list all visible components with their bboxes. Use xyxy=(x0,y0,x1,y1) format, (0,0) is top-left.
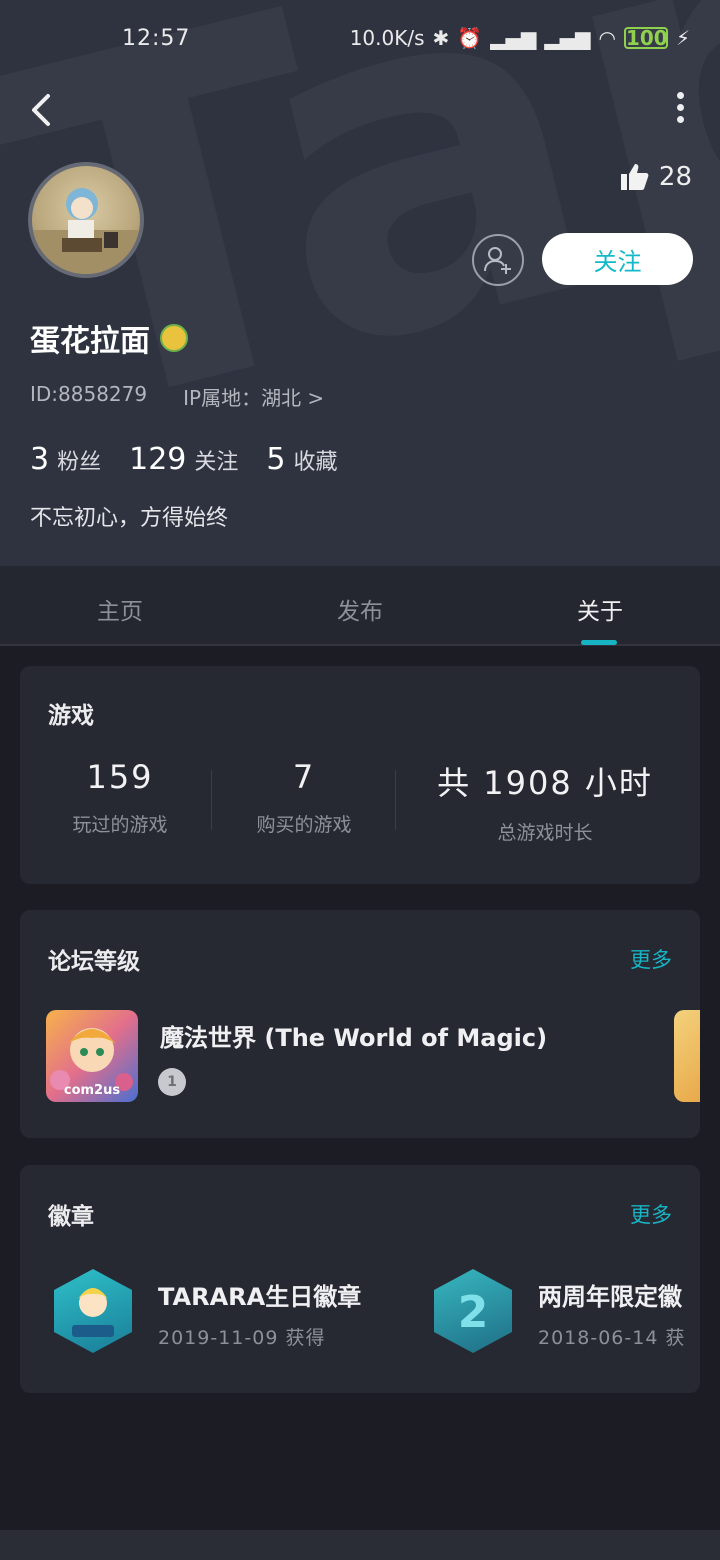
bottom-edge-bar xyxy=(0,1530,720,1560)
status-icons: 10.0K/s ✱ ⏰ ▂▄▆ ▂▄▆ ◠ 100 ⚡ xyxy=(350,26,690,50)
stat-following[interactable]: 129 关注 xyxy=(129,442,238,477)
username: 蛋花拉面 xyxy=(30,316,188,360)
tab-posts[interactable]: 发布 xyxy=(300,592,420,626)
tab-home[interactable]: 主页 xyxy=(60,592,180,626)
tarara-birthday-badge-icon[interactable] xyxy=(54,1269,132,1353)
back-button[interactable] xyxy=(24,88,64,132)
user-id: ID:8858279 xyxy=(30,382,148,406)
social-stats: 3 粉丝 129 关注 5 收藏 xyxy=(30,442,338,477)
forum-card-title: 论坛等级 xyxy=(48,949,140,975)
next-game-icon-peek[interactable] xyxy=(674,1010,700,1102)
alarm-icon: ⏰ xyxy=(457,26,483,50)
stat-favorites[interactable]: 5 收藏 xyxy=(266,442,337,477)
games-bought-stat[interactable]: 7 购买的游戏 xyxy=(212,758,396,837)
add-user-icon xyxy=(484,247,511,274)
username-text: 蛋花拉面 xyxy=(30,324,150,359)
more-dot-icon xyxy=(676,92,684,99)
thumbs-up-icon xyxy=(620,164,649,190)
signal-icon-2: ▂▄▆ xyxy=(544,26,591,50)
bluetooth-icon: ✱ xyxy=(432,26,450,50)
svg-text:2: 2 xyxy=(458,1287,489,1338)
add-friend-button[interactable] xyxy=(472,234,524,286)
publisher-label: com2us xyxy=(63,1083,121,1098)
games-card-title: 游戏 xyxy=(48,703,94,729)
likes-number: 28 xyxy=(658,162,692,192)
status-bar: 12:57 10.0K/s ✱ ⏰ ▂▄▆ ▂▄▆ ◠ 100 ⚡ xyxy=(0,18,720,62)
wifi-icon: ◠ xyxy=(598,26,616,50)
badges-card: 徽章 更多 TARARA生日徽章 2019-11-09 获得 2 两周年限定徽 … xyxy=(20,1165,700,1393)
forum-level-badge: 1 xyxy=(158,1068,186,1096)
ip-location-link[interactable]: IP属地：湖北 > xyxy=(183,382,324,411)
profile-tabs: 主页 发布 关于 xyxy=(0,566,720,646)
back-arrow-icon xyxy=(32,94,50,126)
user-badge-icon[interactable] xyxy=(160,324,188,352)
badge-name-anniversary[interactable]: 两周年限定徽 xyxy=(538,1277,682,1312)
avatar-illustration xyxy=(32,188,140,274)
games-card: 游戏 159 玩过的游戏 7 购买的游戏 共 1908 小时 总游戏时长 xyxy=(20,666,700,884)
total-playtime-stat[interactable]: 共 1908 小时 总游戏时长 xyxy=(420,758,670,845)
status-time: 12:57 xyxy=(122,26,191,51)
badges-card-title: 徽章 xyxy=(48,1204,94,1230)
second-anniversary-badge-icon[interactable]: 2 xyxy=(434,1269,512,1353)
profile-header: TapTap 12:57 10.0K/s ✱ ⏰ ▂▄▆ ▂▄▆ ◠ 100 ⚡… xyxy=(0,0,720,566)
follow-button[interactable]: 关注 xyxy=(542,233,693,285)
bio-text: 不忘初心，方得始终 xyxy=(30,506,229,531)
divider xyxy=(395,770,396,830)
badges-more-link[interactable]: 更多 xyxy=(630,1199,672,1229)
more-options-button[interactable] xyxy=(672,92,688,128)
charging-icon: ⚡ xyxy=(675,26,690,50)
battery-icon: 100 xyxy=(623,26,668,50)
forum-more-link[interactable]: 更多 xyxy=(630,944,672,974)
signal-icon: ▂▄▆ xyxy=(490,26,537,50)
avatar[interactable] xyxy=(28,162,144,278)
active-tab-indicator xyxy=(581,640,617,645)
game-icon-magic-world[interactable]: com2us xyxy=(46,1010,138,1102)
badge-date-tarara: 2019-11-09 获得 xyxy=(158,1327,326,1349)
forum-level-card: 论坛等级 更多 com2us 魔法世界 (The World of Magic)… xyxy=(20,910,700,1138)
likes-count[interactable]: 28 xyxy=(619,162,692,192)
net-speed: 10.0K/s xyxy=(349,26,425,50)
tab-about[interactable]: 关于 xyxy=(540,592,660,626)
id-row: ID:8858279 IP属地：湖北 > xyxy=(30,382,324,411)
tarara-badge-art xyxy=(72,1288,114,1337)
anniversary-badge-art: 2 xyxy=(458,1287,489,1338)
forum-game-name[interactable]: 魔法世界 (The World of Magic) xyxy=(160,1018,547,1053)
stat-fans[interactable]: 3 粉丝 xyxy=(30,442,101,477)
badge-date-anniversary: 2018-06-14 获 xyxy=(538,1327,686,1349)
games-played-stat[interactable]: 159 玩过的游戏 xyxy=(28,758,212,837)
badge-name-tarara[interactable]: TARARA生日徽章 xyxy=(158,1277,361,1312)
